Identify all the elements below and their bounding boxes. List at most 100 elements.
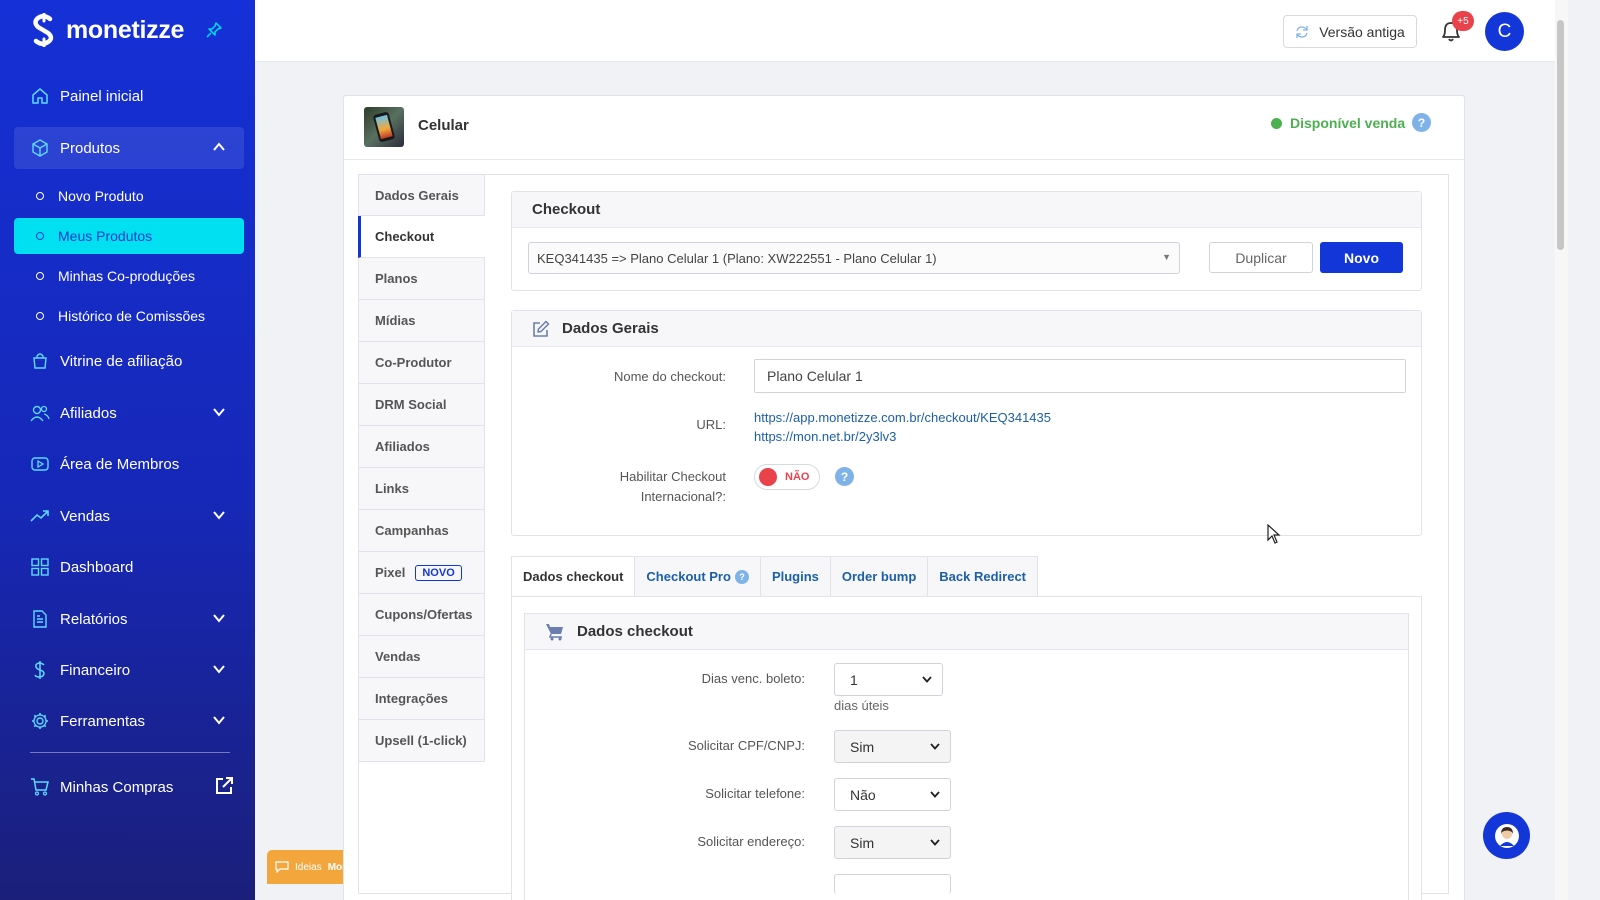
sidebar-item-minhas-compras[interactable]: Minhas Compras <box>14 766 244 808</box>
toggle-knob <box>759 468 777 486</box>
short-url-link[interactable]: https://mon.net.br/2y3lv3 <box>754 429 896 444</box>
help-icon[interactable]: ? <box>1412 113 1431 132</box>
boleto-days-value: 1 <box>850 671 858 688</box>
tab-checkout[interactable]: Checkout <box>358 216 485 258</box>
bullet-icon <box>36 192 44 200</box>
tab-label: Planos <box>375 271 418 286</box>
toggle-label: NÃO <box>785 471 810 483</box>
help-icon[interactable]: ? <box>835 467 854 486</box>
product-name: Celular <box>418 117 469 134</box>
next-select-partial[interactable] <box>834 874 951 894</box>
tab-upsell[interactable]: Upsell (1-click) <box>358 720 485 762</box>
cpf-label: Solicitar CPF/CNPJ: <box>687 738 805 753</box>
general-data-panel-title: Dados Gerais <box>512 311 1421 347</box>
sidebar-item-vitrine[interactable]: Vitrine de afiliação <box>14 340 244 382</box>
boleto-days-select[interactable]: 1 <box>834 663 943 696</box>
grid-icon <box>30 557 50 577</box>
tab-cupons-ofertas[interactable]: Cupons/Ofertas <box>358 594 485 636</box>
tab-label: Co-Produtor <box>375 355 452 370</box>
checkout-name-input[interactable]: Plano Celular 1 <box>754 359 1406 393</box>
checkout-data-panel: Dados checkout <box>524 613 1409 900</box>
new-checkout-button[interactable]: Novo <box>1320 242 1403 273</box>
address-select[interactable]: Sim <box>834 826 951 859</box>
sidebar-sub-novo-produto[interactable]: Novo Produto <box>14 178 244 214</box>
sidebar-sub-meus-produtos[interactable]: Meus Produtos <box>14 218 244 254</box>
sidebar-item-ferramentas[interactable]: Ferramentas <box>14 700 244 742</box>
play-icon <box>30 454 50 474</box>
checkout-tabs: Dados checkout Checkout Pro? Plugins Ord… <box>511 556 1039 597</box>
tab-dados-gerais[interactable]: Dados Gerais <box>358 174 485 216</box>
tab-plugins[interactable]: Plugins <box>760 556 831 597</box>
general-data-title: Dados Gerais <box>562 320 659 337</box>
tab-label: Plugins <box>771 569 819 584</box>
chevron-down-icon <box>930 791 940 798</box>
sidebar-item-financeiro[interactable]: Financeiro <box>14 649 244 691</box>
tab-co-produtor[interactable]: Co-Produtor <box>358 342 485 384</box>
cpf-select[interactable]: Sim <box>834 730 951 763</box>
product-header: Celular Disponível venda ? <box>344 96 1464 160</box>
dollar-icon <box>30 660 50 680</box>
sidebar-item-painel-inicial[interactable]: Painel inicial <box>14 75 244 117</box>
brand-logo[interactable]: monetizze <box>30 12 184 48</box>
avatar[interactable]: C <box>1485 12 1524 51</box>
sidebar-sub-minhas-coproducoes[interactable]: Minhas Co-produções <box>14 258 244 294</box>
sidebar-sub-label: Histórico de Comissões <box>58 308 206 324</box>
cart-icon <box>30 777 50 797</box>
tab-label: Checkout <box>375 229 435 244</box>
phone-label: Solicitar telefone: <box>705 786 805 801</box>
checkout-url-link[interactable]: https://app.monetizze.com.br/checkout/KE… <box>754 410 1051 425</box>
tab-label: Integrações <box>375 691 448 706</box>
sidebar-sub-label: Minhas Co-produções <box>58 268 195 284</box>
tab-midias[interactable]: Mídias <box>358 300 485 342</box>
checkout-data-panel-title: Dados checkout <box>525 614 1408 650</box>
tab-pixel[interactable]: Pixel NOVO <box>358 552 485 594</box>
support-chat-button[interactable] <box>1483 812 1530 859</box>
edit-icon <box>532 320 550 338</box>
tab-vendas[interactable]: Vendas <box>358 636 485 678</box>
intl-checkout-toggle[interactable]: NÃO <box>754 464 820 490</box>
tab-order-bump[interactable]: Order bump <box>830 556 929 597</box>
phone-select[interactable]: Não <box>834 778 951 811</box>
chevron-down-icon <box>922 676 932 683</box>
tab-drm-social[interactable]: DRM Social <box>358 384 485 426</box>
sidebar-item-label: Ferramentas <box>60 712 146 730</box>
sidebar-item-vendas[interactable]: Vendas <box>14 495 244 537</box>
address-label: Solicitar endereço: <box>697 834 805 849</box>
intl-checkout-label-line1: Habilitar Checkout <box>619 469 726 484</box>
tab-planos[interactable]: Planos <box>358 258 485 300</box>
scrollbar-thumb[interactable] <box>1557 20 1564 250</box>
sidebar-item-label: Financeiro <box>60 661 131 679</box>
chevron-down-icon <box>212 713 226 727</box>
sidebar-item-label: Afiliados <box>60 404 117 422</box>
duplicate-button[interactable]: Duplicar <box>1209 242 1313 273</box>
tab-back-redirect[interactable]: Back Redirect <box>928 556 1039 597</box>
caret-down-icon: ▼ <box>1162 252 1171 262</box>
tab-integracoes[interactable]: Integrações <box>358 678 485 720</box>
bullet-icon <box>36 272 44 280</box>
sidebar-divider <box>30 752 230 753</box>
sidebar-item-dashboard[interactable]: Dashboard <box>14 546 244 588</box>
tab-links[interactable]: Links <box>358 468 485 510</box>
tab-afiliados[interactable]: Afiliados <box>358 426 485 468</box>
product-tabs: Dados Gerais Checkout Planos Mídias Co-P… <box>358 174 485 762</box>
pin-icon[interactable] <box>206 22 222 38</box>
notifications-badge: +5 <box>1452 11 1474 31</box>
sidebar-item-label: Produtos <box>60 139 121 157</box>
tab-checkout-pro[interactable]: Checkout Pro? <box>635 556 761 597</box>
cpf-value: Sim <box>850 738 875 755</box>
tab-campanhas[interactable]: Campanhas <box>358 510 485 552</box>
tab-label: Upsell (1-click) <box>375 733 467 748</box>
sidebar-item-produtos[interactable]: Produtos <box>14 127 244 169</box>
sidebar-sub-historico-comissoes[interactable]: Histórico de Comissões <box>14 298 244 334</box>
old-version-button[interactable]: Versão antiga <box>1283 15 1417 48</box>
sidebar-item-area-membros[interactable]: Área de Membros <box>14 443 244 485</box>
sidebar-sub-label: Meus Produtos <box>58 228 153 244</box>
tab-label: Cupons/Ofertas <box>375 607 473 622</box>
bullet-icon <box>36 232 44 240</box>
ideias-label: Ideias <box>295 861 322 873</box>
document-icon <box>30 609 50 629</box>
tab-dados-checkout[interactable]: Dados checkout <box>511 556 636 597</box>
checkout-select[interactable]: KEQ341435 => Plano Celular 1 (Plano: XW2… <box>528 242 1180 274</box>
sidebar-item-afiliados[interactable]: Afiliados <box>14 392 244 434</box>
sidebar-item-relatorios[interactable]: Relatórios <box>14 598 244 640</box>
